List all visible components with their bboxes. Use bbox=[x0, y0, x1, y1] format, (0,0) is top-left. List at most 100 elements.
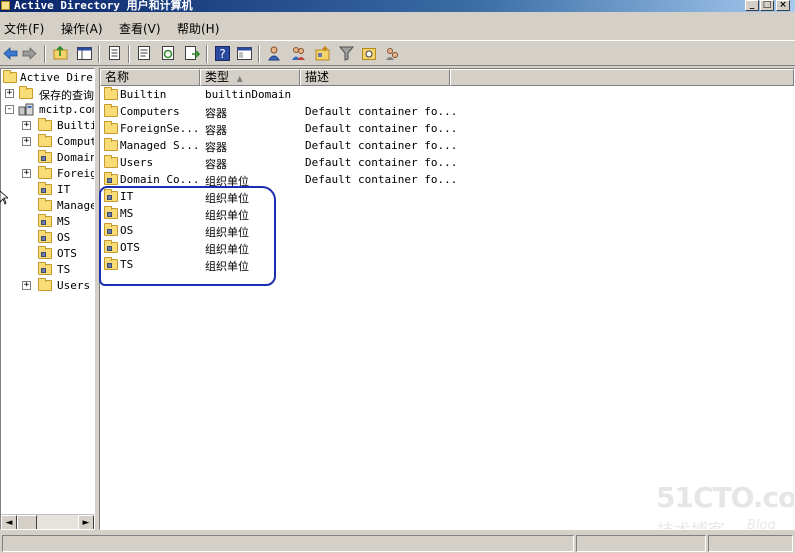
domain-icon bbox=[18, 103, 34, 116]
menu-file[interactable]: 文件(F) bbox=[4, 20, 44, 37]
tree-item-label: Manage bbox=[57, 199, 95, 212]
tree-item-managed[interactable]: Manage bbox=[1, 198, 94, 214]
expand-icon[interactable]: + bbox=[22, 281, 31, 290]
show-hide-tree-icon[interactable] bbox=[76, 45, 93, 62]
column-header-type[interactable]: 类型 ▲ bbox=[200, 69, 300, 86]
scroll-right-button[interactable]: ► bbox=[78, 515, 94, 529]
close-button[interactable]: × bbox=[776, 0, 790, 11]
expand-icon[interactable]: + bbox=[22, 169, 31, 178]
filter-icon[interactable] bbox=[338, 45, 355, 62]
list-row[interactable]: Domain Co... 组织单位 Default container fo..… bbox=[100, 171, 560, 188]
tree-item-computers[interactable]: + Comput bbox=[1, 134, 94, 150]
title-bar: Active Directory 用户和计算机 _ □ × bbox=[0, 0, 795, 12]
console-tree-icon[interactable] bbox=[236, 45, 253, 62]
tree-item-ms[interactable]: MS bbox=[1, 214, 94, 230]
list-row[interactable]: IT 组织单位 bbox=[100, 188, 560, 205]
minimize-button[interactable]: _ bbox=[745, 0, 759, 11]
row-type: 组织单位 bbox=[205, 209, 249, 222]
list-row[interactable]: Managed S... 容器 Default container fo... bbox=[100, 137, 560, 154]
add-to-group-icon[interactable] bbox=[384, 45, 401, 62]
row-type: 组织单位 bbox=[205, 192, 249, 205]
expand-icon[interactable]: + bbox=[22, 121, 31, 130]
menu-view[interactable]: 查看(V) bbox=[119, 20, 161, 37]
status-bar bbox=[0, 532, 795, 553]
list-row[interactable]: ForeignSe... 容器 Default container fo... bbox=[100, 120, 560, 137]
refresh-icon[interactable] bbox=[160, 45, 177, 62]
status-panel bbox=[576, 535, 706, 552]
row-description: Default container fo... bbox=[305, 105, 458, 118]
row-name: ForeignSe... bbox=[120, 122, 200, 135]
export-list-icon[interactable] bbox=[184, 45, 201, 62]
new-ou-icon[interactable] bbox=[314, 45, 331, 62]
tree-item-foreign[interactable]: + Foreig bbox=[1, 166, 94, 182]
folder-icon bbox=[104, 121, 118, 134]
tree-item-saved-queries[interactable]: + 保存的查询 bbox=[1, 86, 94, 102]
new-user-icon[interactable] bbox=[266, 45, 283, 62]
watermark-logo: 51CTO.com bbox=[656, 481, 795, 514]
list-row[interactable]: OS 组织单位 bbox=[100, 222, 560, 239]
tree-item-domain[interactable]: - mcitp.com bbox=[1, 102, 94, 118]
tree-root[interactable]: Active Direc bbox=[1, 70, 94, 86]
list-row[interactable]: TS 组织单位 bbox=[100, 256, 560, 273]
find-icon[interactable] bbox=[361, 45, 378, 62]
list-row[interactable]: Builtin builtinDomain bbox=[100, 86, 560, 103]
forward-icon[interactable] bbox=[21, 45, 38, 62]
back-icon[interactable] bbox=[2, 45, 19, 62]
maximize-button[interactable]: □ bbox=[760, 0, 774, 11]
tree-item-os[interactable]: OS bbox=[1, 230, 94, 246]
folder-icon bbox=[38, 166, 52, 179]
tree-item-label: Builti bbox=[57, 119, 95, 132]
up-folder-icon[interactable] bbox=[52, 45, 69, 62]
tree-horizontal-scrollbar[interactable]: ◄ ► bbox=[1, 514, 94, 529]
collapse-icon[interactable]: - bbox=[5, 105, 14, 114]
status-panel bbox=[2, 535, 574, 552]
tree-item-label: Users bbox=[57, 279, 91, 292]
list-row[interactable]: Computers 容器 Default container fo... bbox=[100, 103, 560, 120]
menu-help[interactable]: 帮助(H) bbox=[177, 20, 219, 37]
row-name: TS bbox=[120, 258, 134, 271]
properties-icon[interactable] bbox=[136, 45, 153, 62]
tree-item-it[interactable]: IT bbox=[1, 182, 94, 198]
ou-icon bbox=[38, 150, 52, 163]
row-type: 组织单位 bbox=[205, 226, 249, 239]
expand-icon[interactable]: + bbox=[22, 137, 31, 146]
row-description: Default container fo... bbox=[305, 156, 458, 169]
list-row[interactable]: Users 容器 Default container fo... bbox=[100, 154, 560, 171]
column-header-empty[interactable] bbox=[450, 69, 794, 86]
tree-item-ots[interactable]: OTS bbox=[1, 246, 94, 262]
tree-item-label: TS bbox=[57, 263, 71, 276]
tree-item-label: Active Direc bbox=[20, 71, 95, 84]
column-header-name[interactable]: 名称 bbox=[100, 69, 200, 86]
menu-action[interactable]: 操作(A) bbox=[61, 20, 103, 37]
menu-bar: 文件(F) 操作(A) 查看(V) 帮助(H) bbox=[0, 14, 795, 40]
tree-item-users[interactable]: + Users bbox=[1, 278, 94, 294]
row-name: OTS bbox=[120, 241, 140, 254]
ou-icon bbox=[38, 214, 52, 227]
column-header-label: 名称 bbox=[105, 70, 130, 84]
watermark-text: 技术博客 bbox=[657, 516, 725, 529]
tree-item-label: Domain bbox=[57, 151, 95, 164]
scroll-thumb[interactable] bbox=[17, 515, 37, 529]
expand-icon[interactable]: + bbox=[5, 89, 14, 98]
watermark-blog: Blog bbox=[747, 518, 776, 530]
ou-icon bbox=[104, 206, 118, 219]
tree-item-domain-controllers[interactable]: Domain bbox=[1, 150, 94, 166]
help-icon[interactable]: ? bbox=[214, 45, 231, 62]
copy-icon[interactable] bbox=[106, 45, 123, 62]
column-header-description[interactable]: 描述 bbox=[300, 69, 450, 86]
tree-item-ts[interactable]: TS bbox=[1, 262, 94, 278]
row-type: builtinDomain bbox=[205, 88, 292, 101]
list-row[interactable]: OTS 组织单位 bbox=[100, 239, 560, 256]
folder-icon bbox=[38, 134, 52, 147]
tree-item-label: OS bbox=[57, 231, 71, 244]
scroll-left-button[interactable]: ◄ bbox=[1, 515, 17, 529]
snapin-icon bbox=[3, 70, 17, 83]
list-row[interactable]: MS 组织单位 bbox=[100, 205, 560, 222]
tree-item-builtin[interactable]: + Builti bbox=[1, 118, 94, 134]
toolbar-separator bbox=[98, 45, 100, 63]
folder-icon bbox=[38, 278, 52, 291]
new-group-icon[interactable] bbox=[290, 45, 307, 62]
status-panel bbox=[708, 535, 793, 552]
row-type: 组织单位 bbox=[205, 260, 249, 273]
folder-icon bbox=[38, 118, 52, 131]
